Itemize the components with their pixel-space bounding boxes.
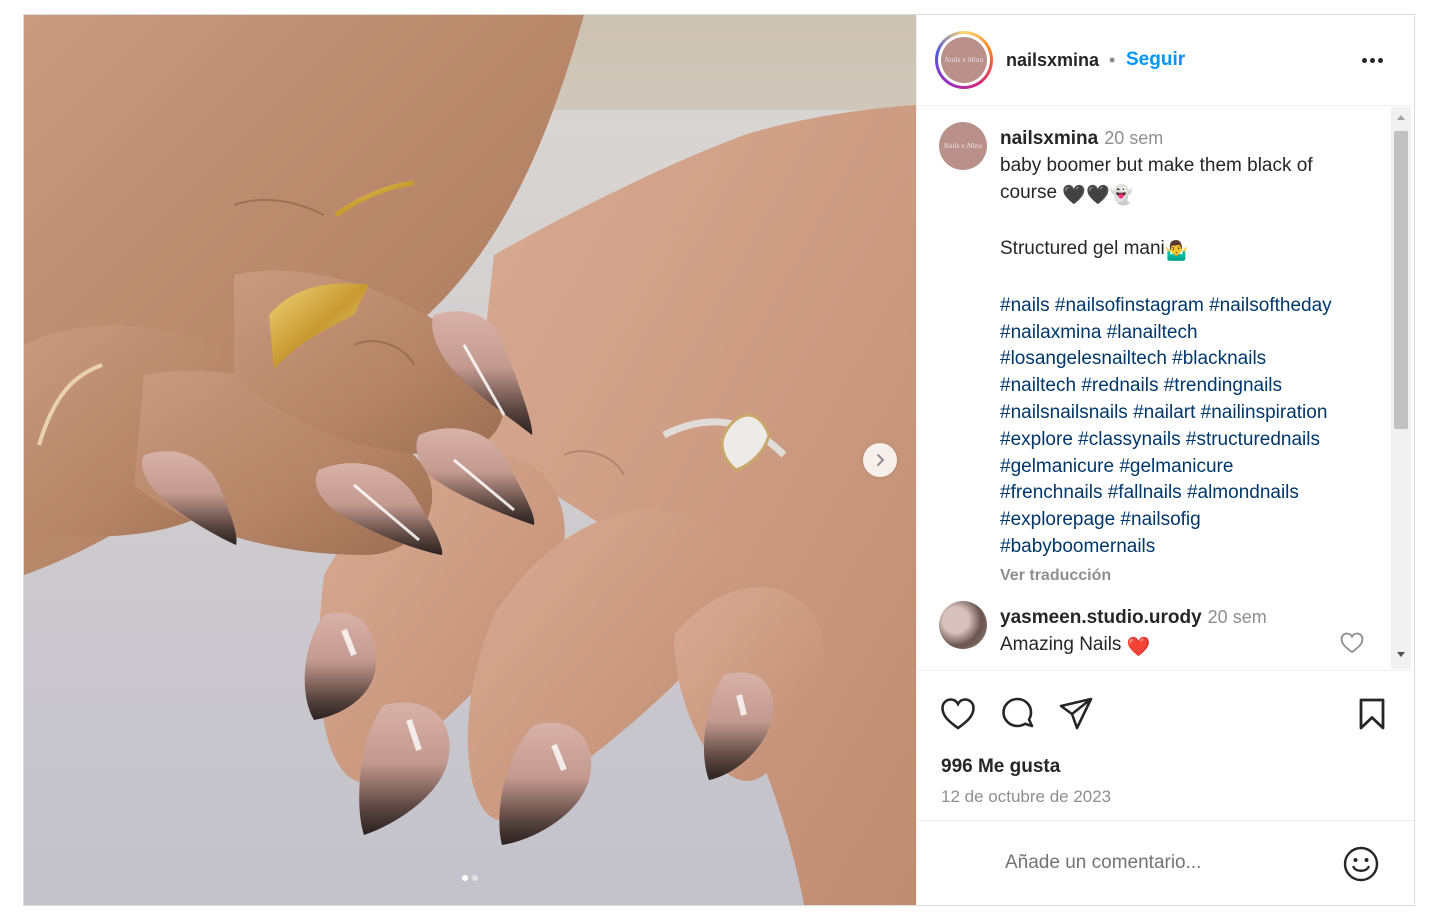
caption-text-line: course: [1000, 181, 1058, 203]
caption-avatar[interactable]: Nails x Mina: [939, 122, 987, 170]
post-side-panel: Nails x Mina nailsxmina • Seguir Nails x…: [916, 15, 1414, 905]
comment-icon: [1002, 697, 1034, 728]
scrollbar-thumb[interactable]: [1394, 131, 1408, 429]
comments-list[interactable]: Nails x Mina nailsxmina 20 sem baby boome…: [917, 107, 1414, 669]
comment-username[interactable]: yasmeen.studio.urody: [1000, 607, 1202, 628]
post-photo: [24, 15, 916, 905]
hashtag-line[interactable]: #nailtech #rednails #trendingnails: [1000, 373, 1380, 400]
hashtag-line[interactable]: #gelmanicure #gelmanicure: [1000, 454, 1380, 481]
header-username[interactable]: nailsxmina: [1006, 50, 1099, 71]
share-button[interactable]: [1057, 695, 1095, 733]
comment-item: yasmeen.studio.urody 20 sem Amazing Nails…: [1000, 604, 1380, 661]
caption-text-line: baby boomer but make them black of: [1000, 154, 1313, 176]
like-button[interactable]: [939, 695, 977, 733]
scroll-down-arrow-icon[interactable]: [1391, 651, 1411, 663]
chevron-right-icon: [877, 454, 884, 466]
hashtag-line[interactable]: #nailsnailsnails #nailart #nailinspirati…: [1000, 400, 1380, 427]
post-date[interactable]: 12 de octubre de 2023: [941, 787, 1111, 807]
carousel-dot: [472, 875, 478, 881]
hashtag-line[interactable]: #nails #nailsofinstagram #nailsoftheday: [1000, 293, 1380, 320]
avatar: Nails x Mina: [941, 37, 987, 83]
hashtag-line[interactable]: #explore #classynails #structurednails: [1000, 427, 1380, 454]
red-heart-emoji: ❤️: [1126, 637, 1151, 658]
carousel-indicators: [24, 875, 916, 881]
comment-avatar[interactable]: [939, 601, 987, 649]
post-actions: 996 Me gusta 12 de octubre de 2023: [917, 670, 1414, 820]
black-heart-ghost-emoji: 🖤🖤👻: [1062, 184, 1134, 206]
hashtag-line[interactable]: #nailaxmina #lanailtech: [1000, 320, 1380, 347]
heart-icon: [941, 698, 975, 730]
bookmark-icon: [1359, 698, 1385, 730]
likes-count[interactable]: 996 Me gusta: [941, 756, 1060, 778]
next-image-button[interactable]: [863, 443, 897, 477]
post-caption: nailsxmina 20 sem baby boomer but make th…: [1000, 125, 1380, 590]
smiley-icon: [1343, 846, 1379, 882]
carousel-dot-active: [462, 875, 468, 881]
comments-scrollbar[interactable]: [1391, 107, 1411, 669]
caption-username[interactable]: nailsxmina: [1000, 128, 1098, 149]
add-comment-bar: [917, 820, 1414, 905]
hashtag-line[interactable]: #frenchnails #fallnails #almondnails: [1000, 480, 1380, 507]
hashtag-line[interactable]: #babyboomernails: [1000, 534, 1380, 561]
comment-time[interactable]: 20 sem: [1208, 607, 1267, 627]
hashtag-line[interactable]: #losangelesnailtech #blacknails: [1000, 346, 1380, 373]
post-media[interactable]: [24, 15, 916, 905]
post-card: Nails x Mina nailsxmina • Seguir Nails x…: [23, 14, 1415, 906]
caption-structured-text: Structured gel mani: [1000, 238, 1165, 260]
share-icon: [1059, 697, 1093, 730]
emoji-picker-button[interactable]: [1342, 845, 1380, 883]
follow-button[interactable]: Seguir: [1126, 49, 1185, 71]
scroll-up-arrow-icon[interactable]: [1391, 113, 1411, 125]
post-header: Nails x Mina nailsxmina • Seguir: [917, 15, 1414, 106]
caption-time[interactable]: 20 sem: [1104, 128, 1163, 148]
hashtag-line[interactable]: #explorepage #nailsofig: [1000, 507, 1380, 534]
like-comment-heart-icon[interactable]: [1340, 632, 1364, 654]
more-options-icon[interactable]: [1357, 49, 1387, 71]
comment-input[interactable]: [1005, 849, 1325, 877]
save-button[interactable]: [1353, 695, 1391, 733]
avatar-logo-text: Nails x Mina: [943, 142, 983, 150]
header-separator: •: [1109, 50, 1116, 70]
comment-button[interactable]: [999, 695, 1037, 733]
story-ring-avatar[interactable]: Nails x Mina: [935, 31, 993, 89]
avatar-logo-text: Nails x Mina: [944, 56, 984, 64]
comment-text: Amazing Nails: [1000, 634, 1122, 655]
shrug-emoji: 🤷‍♂️: [1164, 241, 1189, 263]
see-translation-link[interactable]: Ver traducción: [1000, 563, 1380, 590]
